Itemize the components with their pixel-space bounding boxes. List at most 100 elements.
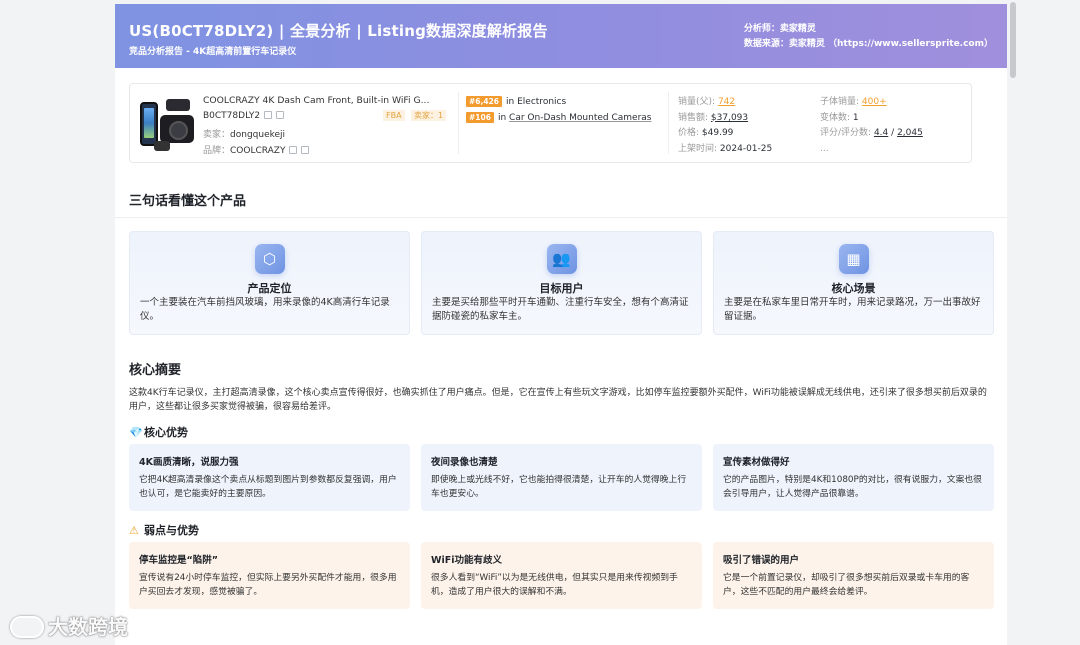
rank-electronics: #6,426 in Electronics (466, 96, 566, 107)
grid-icon: ▦ (838, 244, 869, 274)
stat-value[interactable]: 2,045 (897, 128, 923, 138)
report-meta: 分析师：卖家精灵 数据来源：卖家精灵 （https://www.sellersp… (744, 22, 993, 52)
pillar-desc: 主要是在私家车里日常开车时，用来记录路况，万一出事故好留证据。 (724, 297, 981, 322)
stat-value[interactable]: 4.4 (874, 128, 888, 138)
brand-label: 品牌： (203, 146, 231, 156)
watermark: 大数跨境 (10, 611, 128, 640)
copy-icon[interactable] (289, 146, 298, 154)
watermark-logo-icon (10, 616, 44, 638)
stat-row: 变体数: 1 (820, 111, 923, 127)
seller-row: 卖家：dongquekeji (203, 127, 448, 140)
stat-row: 销量(父): 742 (678, 95, 772, 111)
sales-stats: 销量(父): 742 销售额: $37,093 价格: $49.99 上架时间:… (678, 95, 772, 157)
cube-icon: ⬡ (254, 244, 285, 274)
advantage-desc: 它把4K超高清录像这个卖点从标题到图片到参数都反复强调，用户也认可，是它能卖好的… (139, 475, 397, 499)
weakness-item: 吸引了错误的用户 它是一个前置记录仪，却吸引了很多想买前后双录或卡车用的客户，这… (713, 542, 994, 609)
users-icon: 👥 (546, 244, 577, 274)
analyst-row: 分析师：卖家精灵 (744, 22, 993, 37)
source-link[interactable]: 卖家精灵 （https://www.sellersprite.com） (789, 39, 993, 49)
stat-row: 子体销量: 400+ (820, 95, 923, 111)
pillar-title: 目标用户 (539, 282, 584, 295)
seller-count-tag: 卖家：1 (411, 110, 447, 121)
rank-in: in (497, 113, 507, 123)
advantage-title: 宣传素材做得好 (723, 457, 790, 468)
seller-label: 卖家： (203, 130, 231, 140)
product-card: COOLCRAZY 4K Dash Cam Front, Built-in Wi… (129, 83, 972, 163)
watermark-text: 大数跨境 (48, 615, 128, 639)
weaknesses-title-text: 弱点与优势 (144, 524, 199, 537)
scrollbar-thumb[interactable] (1010, 2, 1016, 78)
stat-separator: / (891, 128, 895, 139)
pillar-desc: 主要是买给那些平时开车通勤、注重行车安全，想有个高清证据防碰瓷的私家车主。 (432, 297, 689, 322)
source-label: 数据来源： (743, 39, 789, 49)
analyst-value: 卖家精灵 (779, 24, 816, 34)
stat-value: 1 (852, 112, 859, 123)
core-summary-title: 核心摘要 (129, 363, 182, 378)
external-link-icon[interactable] (276, 111, 285, 119)
core-summary-text: 这款4K行车记录仪，主打超高清录像，这个核心卖点宣传得很好，也确实抓住了用户痛点… (129, 388, 987, 412)
card-divider (458, 92, 459, 154)
advantage-title: 夜间录像也清楚 (431, 457, 498, 468)
card-divider (668, 92, 669, 154)
seller-name[interactable]: dongquekeji (230, 130, 285, 140)
section-divider (115, 217, 1007, 218)
diamond-icon: 💎 (129, 426, 143, 439)
brand-row: 品牌：COOLCRAZY (203, 143, 448, 156)
rank-badge: #6,426 (466, 96, 503, 107)
external-link-icon[interactable] (301, 146, 310, 154)
asin: B0CT78DLY2 (203, 111, 261, 121)
advantages-title: 💎核心优势 (129, 424, 188, 440)
weakness-item: WiFi功能有歧义 很多人看到“WiFi”以为是无线供电，但其实只是用来传视频到… (421, 542, 702, 609)
stat-label: 销售额: (678, 112, 709, 123)
stat-row: 上架时间: 2024-01-25 (678, 142, 772, 158)
brand-name[interactable]: COOLCRAZY (230, 146, 285, 156)
pillar-core-scenario: ▦ 核心场景 主要是在私家车里日常开车时，用来记录路况，万一出事故好留证据。 (713, 231, 994, 335)
rank-category[interactable]: Electronics (517, 97, 566, 107)
pillar-title: 产品定位 (247, 282, 292, 295)
phone-shape (140, 102, 158, 146)
stat-label: 变体数: (820, 112, 851, 123)
copy-icon[interactable] (264, 111, 273, 119)
warning-icon: ⚠ (129, 524, 139, 537)
rank-category[interactable]: Car On-Dash Mounted Cameras (509, 113, 651, 123)
product-info: COOLCRAZY 4K Dash Cam Front, Built-in Wi… (203, 95, 448, 156)
pillar-positioning: ⬡ 产品定位 一个主要装在汽车前挡风玻璃，用来录像的4K高清行车记录仪。 (129, 231, 410, 335)
weakness-desc: 很多人看到“WiFi”以为是无线供电，但其实只是用来传视频到手机，造成了用户很大… (431, 573, 678, 597)
pillar-target-users: 👥 目标用户 主要是买给那些平时开车通勤、注重行车安全，想有个高清证据防碰瓷的私… (421, 231, 702, 335)
product-image[interactable] (140, 97, 195, 153)
stat-label: 价格: (678, 128, 700, 139)
stat-row: 销售额: $37,093 (678, 111, 772, 127)
weakness-desc: 它是一个前置记录仪，却吸引了很多想买前后双录或卡车用的客户，这些不匹配的用户最终… (723, 573, 970, 597)
stat-label: 子体销量: (820, 97, 860, 107)
asin-row: B0CT78DLY2 FBA 卖家：1 (203, 110, 448, 122)
pillar-title: 核心场景 (831, 282, 876, 295)
weaknesses-title: ⚠ 弱点与优势 (129, 522, 199, 538)
analyst-label: 分析师： (743, 24, 780, 34)
three-sentences-title: 三句话看懂这个产品 (129, 194, 247, 209)
weakness-title: 吸引了错误的用户 (723, 555, 800, 566)
stat-value: 2024-01-25 (719, 143, 773, 154)
stat-value[interactable]: $37,093 (711, 113, 748, 123)
stat-value[interactable]: 742 (718, 97, 735, 107)
advantage-desc: 即使晚上或光线不好，它也能拍得很清楚，让开车的人觉得晚上行车也更安心。 (431, 475, 687, 499)
stat-label: 评分/评分数: (820, 128, 872, 139)
advantages-title-text: 核心优势 (144, 426, 188, 439)
weakness-title: 停车监控是“陷阱” (139, 555, 218, 566)
camera-shape (160, 115, 194, 143)
report-header: US(B0CT78DLY2) | 全景分析 | Listing数据深度解析报告 … (115, 4, 1007, 68)
weakness-desc: 宣传说有24小时停车监控，但实际上要另外买配件才能用，很多用户买回去才发现，感觉… (139, 573, 397, 597)
pillar-desc: 一个主要装在汽车前挡风玻璃，用来录像的4K高清行车记录仪。 (140, 297, 390, 322)
report-page: US(B0CT78DLY2) | 全景分析 | Listing数据深度解析报告 … (115, 4, 1007, 645)
product-name[interactable]: COOLCRAZY 4K Dash Cam Front, Built-in Wi… (203, 95, 448, 106)
camera-shape (154, 141, 170, 151)
advantage-title: 4K画质清晰，说服力强 (139, 457, 239, 468)
stat-value[interactable]: 400+ (862, 97, 887, 107)
source-row: 数据来源：卖家精灵 （https://www.sellersprite.com） (744, 37, 993, 52)
stat-row: 评分/评分数: 4.4 / 2,045 (820, 126, 923, 142)
camera-shape (166, 99, 190, 111)
advantage-item: 宣传素材做得好 它的产品图片，特别是4K和1080P的对比，很有说服力，文案也很… (713, 444, 994, 511)
stat-label: 销量(父): (678, 97, 716, 107)
advantage-desc: 它的产品图片，特别是4K和1080P的对比，很有说服力，文案也很会引导用户，让人… (723, 475, 982, 499)
stat-value: $49.99 (701, 128, 734, 139)
weakness-item: 停车监控是“陷阱” 宣传说有24小时停车监控，但实际上要另外买配件才能用，很多用… (129, 542, 410, 609)
